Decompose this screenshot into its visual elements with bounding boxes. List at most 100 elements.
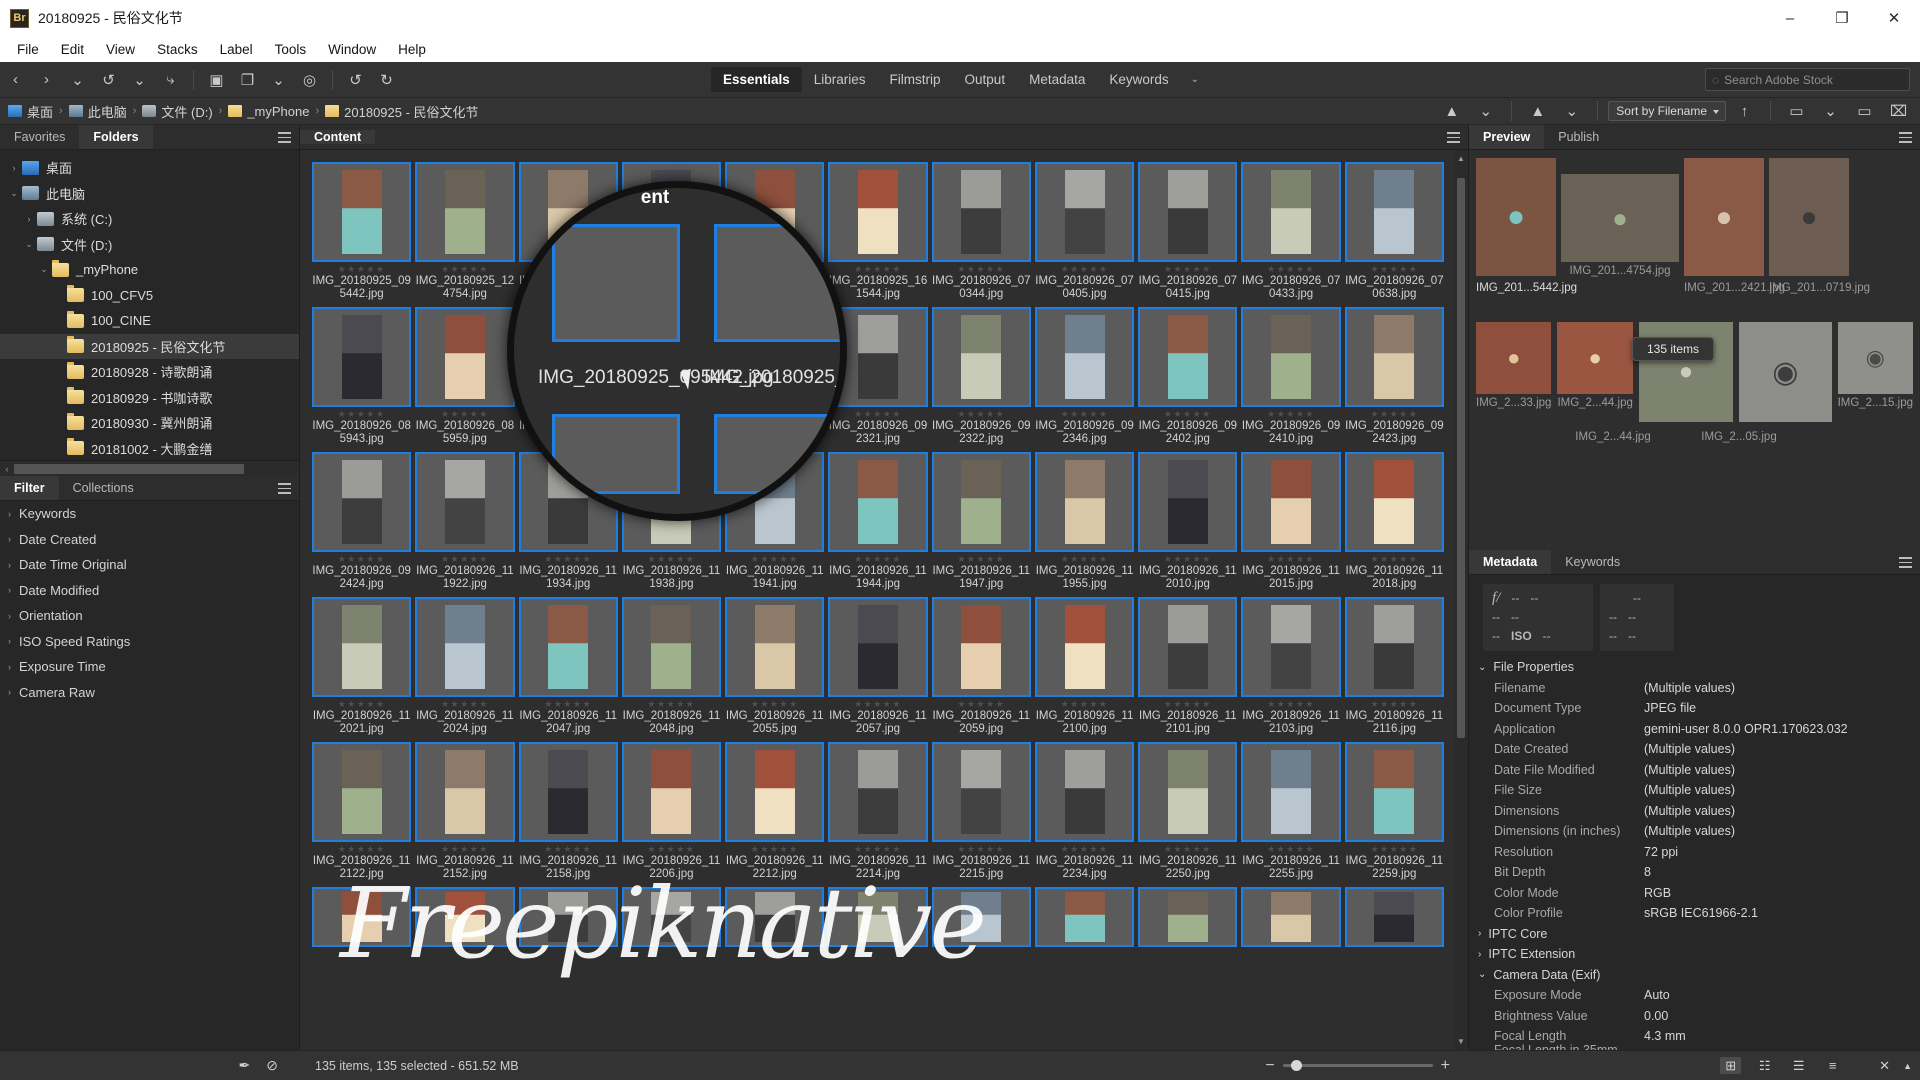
rating-stars[interactable]: ★★★★★ (854, 699, 902, 710)
sort-select[interactable]: Sort by Filename (1608, 101, 1726, 121)
thumbnail-image[interactable] (931, 162, 1031, 262)
thumbnail-image[interactable] (312, 452, 412, 552)
rating-stars[interactable]: ★★★★★ (1267, 264, 1315, 275)
thumbnail-image[interactable] (1138, 162, 1238, 262)
thumbnail-image[interactable] (1034, 307, 1135, 407)
rating-stars[interactable]: ★★★★★ (338, 699, 386, 710)
tab-content[interactable]: Content (300, 130, 376, 144)
refine-chevron-down-icon[interactable]: ⌄ (265, 67, 292, 93)
filter-list[interactable]: › Keywords › Date Created › Date Time Origina… (0, 501, 299, 705)
thumbnail-image[interactable] (931, 597, 1031, 697)
rating-stars[interactable]: ★★★★★ (854, 264, 902, 275)
thumbnail-image[interactable] (518, 597, 618, 697)
filter-item[interactable]: › Date Modified (0, 578, 299, 604)
zoom-slider-knob[interactable] (1290, 1060, 1302, 1071)
folder-tree-item[interactable]: ⌄ _myPhone (0, 257, 299, 283)
menu-view[interactable]: View (95, 39, 146, 60)
thumbnail-image[interactable] (415, 887, 515, 947)
rating-stars[interactable]: ★★★★★ (854, 554, 902, 565)
metadata-section-header[interactable]: › IPTC Extension (1469, 944, 1920, 965)
thumbnail-image[interactable] (1344, 162, 1444, 262)
view-details-icon[interactable]: ☰ (1788, 1057, 1809, 1074)
workspace-chevron-down-icon[interactable]: ⌄ (1181, 69, 1209, 90)
chevron-down-icon[interactable]: ⌄ (6, 188, 22, 199)
chevron-down-icon[interactable]: ⌄ (64, 67, 91, 93)
thumbnail-image[interactable] (312, 307, 412, 407)
thumbnail-image[interactable] (828, 597, 928, 697)
preview-item-9[interactable]: ◉ IMG_2...15.jpg (1837, 322, 1913, 409)
thumbnail-cell[interactable]: ★★★★★ (828, 887, 928, 947)
rating-stars[interactable]: ★★★★★ (338, 409, 386, 420)
menu-tools[interactable]: Tools (264, 39, 318, 60)
filter-item[interactable]: › Keywords (0, 501, 299, 527)
folder-tree-item[interactable]: › 系统 (C:) (0, 206, 299, 232)
breadcrumb-item-computer[interactable]: 此电脑 (68, 102, 127, 121)
rating-stars[interactable]: ★★★★★ (1164, 699, 1212, 710)
filter-item[interactable]: › Date Time Original (0, 552, 299, 578)
forward-icon[interactable]: › (33, 67, 60, 93)
thumbnail-image[interactable] (1034, 162, 1135, 262)
panel-menu-icon[interactable] (278, 132, 291, 143)
rating-stars[interactable]: ★★★★★ (1370, 844, 1418, 855)
chevron-right-icon[interactable]: › (8, 560, 11, 570)
thumbnail-image[interactable] (518, 742, 618, 842)
filter-item[interactable]: › Date Created (0, 527, 299, 553)
workspace-output[interactable]: Output (953, 67, 1018, 92)
breadcrumb-item-myphone[interactable]: _myPhone (228, 104, 309, 119)
thumbnail-cell[interactable]: ★★★★★ IMG_20180926_070405.jpg (1034, 162, 1135, 301)
content-panel-menu-icon[interactable] (1447, 132, 1460, 143)
rotate-ccw-icon[interactable]: ↺ (342, 67, 369, 93)
rating-stars[interactable]: ★★★★★ (1164, 264, 1212, 275)
folder-tree-item[interactable]: 20181002 - 大鹏金缮 (0, 436, 299, 461)
thumbnail-cell[interactable]: ★★★★★ IMG_20180926_112024.jpg (415, 597, 515, 736)
filter-panel-menu-icon[interactable] (278, 483, 291, 494)
rating-stars[interactable]: ★★★★★ (1370, 699, 1418, 710)
thumbnail-image[interactable] (1241, 742, 1341, 842)
thumbnail-image[interactable] (828, 887, 928, 947)
delete-icon[interactable]: ⌧ (1885, 98, 1912, 124)
rating-stars[interactable]: ★★★★★ (1061, 699, 1109, 710)
rating-stars[interactable]: ★★★★★ (441, 554, 489, 565)
rating-stars[interactable]: ★★★★★ (648, 844, 696, 855)
thumbnail-image[interactable] (1344, 887, 1444, 947)
thumbnail-cell[interactable]: ★★★★★ IMG_20180926_112259.jpg (1344, 742, 1444, 881)
menu-edit[interactable]: Edit (50, 39, 95, 60)
pin-icon[interactable]: ✒ (239, 1057, 251, 1074)
thumbnail-image[interactable] (725, 597, 825, 697)
rating-stars[interactable]: ★★★★★ (441, 409, 489, 420)
preview-item-1[interactable]: ● (1476, 158, 1556, 276)
thumbnail-cell[interactable]: ★★★★★ IMG_20180926_112047.jpg (518, 597, 618, 736)
thumbnail-cell[interactable]: ★★★★★ IMG_20180926_111947.jpg (931, 452, 1031, 591)
rating-stars[interactable]: ★★★★★ (751, 699, 799, 710)
thumbnail-cell[interactable]: ★★★★★ IMG_20180926_092322.jpg (931, 307, 1031, 446)
thumbnail-cell[interactable]: ★★★★★ IMG_20180926_112215.jpg (931, 742, 1031, 881)
metadata-section-header[interactable]: › IPTC Core (1469, 924, 1920, 945)
thumbnail-cell[interactable]: ★★★★★ IMG_20180926_112021.jpg (312, 597, 412, 736)
rating-stars[interactable]: ★★★★★ (1061, 554, 1109, 565)
thumbnail-cell[interactable]: ★★★★★ (1241, 887, 1341, 947)
preview-item-2[interactable]: ● IMG_201...4754.jpg (1561, 158, 1679, 277)
rating-stars[interactable]: ★★★★★ (1370, 264, 1418, 275)
metadata-list[interactable]: ⌄ File Properties Filename (Multiple values… (1469, 657, 1920, 1050)
thumbnail-cell[interactable]: ★★★★★ (1344, 887, 1444, 947)
tab-favorites[interactable]: Favorites (0, 125, 79, 149)
view-thumbnail-icon[interactable]: ☷ (1754, 1057, 1775, 1074)
hscroll-thumb[interactable] (14, 463, 244, 474)
chevron-right-icon[interactable]: › (8, 611, 11, 621)
thumbnail-image[interactable] (312, 597, 412, 697)
thumbnail-cell[interactable]: ★★★★★ IMG_20180926_085943.jpg (312, 307, 412, 446)
content-vscrollbar[interactable]: ▲ ▼ (1454, 150, 1468, 1050)
folder-tree-item[interactable]: › 桌面 (0, 155, 299, 181)
thumbnail-cell[interactable]: ★★★★★ IMG_20180926_112059.jpg (931, 597, 1031, 736)
thumbnail-image[interactable] (1138, 452, 1238, 552)
tab-metadata[interactable]: Metadata (1469, 550, 1552, 574)
thumbnail-image[interactable] (1241, 307, 1341, 407)
thumbnail-cell[interactable]: ★★★★★ IMG_20180926_112101.jpg (1138, 597, 1238, 736)
preview-panel-menu-icon[interactable] (1899, 132, 1912, 143)
scroll-up-icon[interactable]: ▲ (1457, 154, 1465, 163)
thumbnail-image[interactable] (1344, 307, 1444, 407)
filter-item[interactable]: › Camera Raw (0, 680, 299, 706)
tab-filter[interactable]: Filter (0, 476, 59, 500)
thumbnail-cell[interactable]: ★★★★★ IMG_20180926_070638.jpg (1344, 162, 1444, 301)
thumbnail-image[interactable] (828, 742, 928, 842)
